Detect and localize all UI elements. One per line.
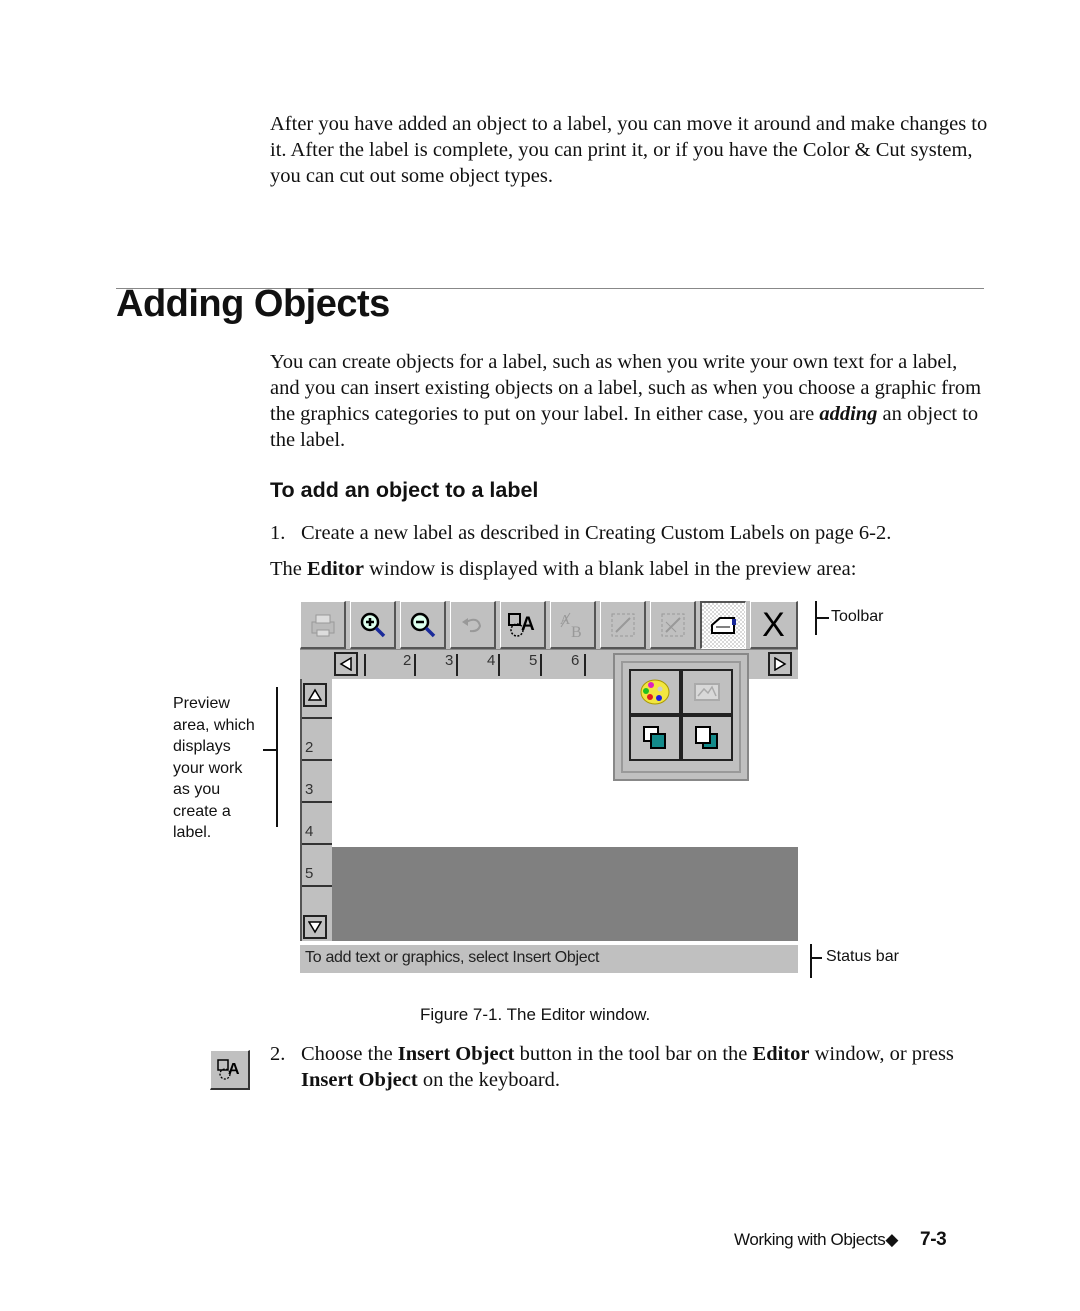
step-text: window, or press xyxy=(809,1043,954,1065)
step-text: Choose the xyxy=(301,1043,398,1065)
editor-window: A AB X 2 3 4 5 6 xyxy=(300,601,798,973)
bring-to-front-button[interactable] xyxy=(629,715,681,761)
statusbar-callout: Status bar xyxy=(826,948,899,965)
cut-machine-button[interactable] xyxy=(700,601,746,649)
print-icon xyxy=(311,614,334,636)
step-text: Create a new label as described in Creat… xyxy=(301,522,892,544)
insert-object-icon: A xyxy=(216,1058,240,1080)
vertical-ruler: 2 3 4 5 xyxy=(300,679,332,941)
toolbar-callout: Toolbar xyxy=(831,608,884,625)
send-to-back-icon xyxy=(695,726,718,749)
svg-text:A: A xyxy=(228,1061,240,1078)
arrow-left-icon xyxy=(339,657,352,671)
section-title: Adding Objects xyxy=(116,283,390,325)
undo-button[interactable] xyxy=(450,601,496,649)
ruler-tick: 2 xyxy=(305,739,314,756)
step-text: on the keyboard. xyxy=(417,1069,561,1091)
arrow-down-icon xyxy=(308,921,322,934)
scroll-left-button[interactable] xyxy=(334,652,358,676)
step-bold: Editor xyxy=(752,1043,810,1065)
arrow-up-icon xyxy=(308,688,322,701)
toolbar: A AB X xyxy=(300,601,798,649)
zoom-in-button[interactable] xyxy=(350,601,396,649)
svg-text:A: A xyxy=(521,614,535,635)
section-paragraph: You can create objects for a label, such… xyxy=(270,349,990,453)
picture-icon xyxy=(694,683,720,701)
figure-caption: Figure 7-1. The Editor window. xyxy=(420,1005,651,1024)
step-bold: Insert Object xyxy=(301,1069,418,1091)
para-emphasis: adding xyxy=(819,403,878,425)
print-button[interactable] xyxy=(300,601,346,649)
ruler-tick: 6 xyxy=(571,652,580,669)
note-bold: Editor xyxy=(307,558,364,580)
intro-paragraph: After you have added an object to a labe… xyxy=(270,113,988,187)
step-2: 2. Choose the Insert Object button in the… xyxy=(270,1041,990,1093)
ruler-tick: 4 xyxy=(487,652,496,669)
page-number: 7-3 xyxy=(920,1229,947,1250)
note-text-end: window is displayed with a blank label i… xyxy=(363,558,857,580)
preview-area-callout: Preview area, which displays your work a… xyxy=(173,695,255,841)
resize-alt-button[interactable] xyxy=(650,601,696,649)
scroll-right-button[interactable] xyxy=(768,652,792,676)
insert-object-button[interactable]: A xyxy=(500,601,546,649)
page-footer: Working with Objects◆ 7-3 xyxy=(734,1229,947,1251)
note-text: The xyxy=(270,558,307,580)
insert-object-popup xyxy=(613,653,749,781)
step-number: 1. xyxy=(270,522,286,544)
svg-text:B: B xyxy=(571,624,582,640)
preview-background xyxy=(332,847,798,941)
resize-button[interactable] xyxy=(600,601,646,649)
ruler-tick: 3 xyxy=(305,781,314,798)
picture-button[interactable] xyxy=(681,669,733,715)
undo-icon xyxy=(461,617,481,632)
ruler-tick: 2 xyxy=(403,652,412,669)
chapter-title: Working with Objects xyxy=(734,1230,886,1249)
close-icon: X xyxy=(762,605,785,644)
ruler-tick: 5 xyxy=(305,865,314,882)
bring-to-front-icon xyxy=(643,726,666,749)
zoom-in-icon xyxy=(360,612,385,637)
step-text: button in the tool bar on the xyxy=(514,1043,753,1065)
insert-object-icon: A xyxy=(507,612,535,637)
resize-alt-icon xyxy=(661,613,684,636)
toolbar-callout-line xyxy=(815,617,829,619)
zoom-out-icon xyxy=(410,612,435,637)
resize-icon xyxy=(611,613,634,636)
step-bold: Insert Object xyxy=(397,1043,515,1065)
status-bar: To add text or graphics, select Insert O… xyxy=(300,943,798,973)
zoom-out-button[interactable] xyxy=(400,601,446,649)
diamond-icon: ◆ xyxy=(885,1230,899,1249)
preview-callout-line xyxy=(263,749,277,751)
palette-button[interactable] xyxy=(629,669,681,715)
ruler-tick: 3 xyxy=(445,652,454,669)
cut-machine-icon xyxy=(710,616,736,634)
procedure-heading: To add an object to a label xyxy=(270,478,539,502)
insert-object-margin-icon: A xyxy=(210,1050,250,1090)
scroll-down-button[interactable] xyxy=(303,915,327,939)
ruler-tick: 4 xyxy=(305,823,314,840)
statusbar-callout-line xyxy=(810,957,822,959)
editor-note: The Editor window is displayed with a bl… xyxy=(270,556,856,582)
step-1: 1. Create a new label as described in Cre… xyxy=(270,520,891,546)
palette-icon xyxy=(640,679,670,705)
step-number: 2. xyxy=(270,1043,286,1065)
preview-callout-bracket xyxy=(276,687,278,827)
text-size-icon: AB xyxy=(560,612,582,640)
arrow-right-icon xyxy=(774,657,787,671)
send-to-back-button[interactable] xyxy=(681,715,733,761)
scroll-up-button[interactable] xyxy=(303,683,327,707)
statusbar-callout-bracket xyxy=(810,944,812,978)
text-size-button[interactable]: AB xyxy=(550,601,596,649)
close-button[interactable]: X xyxy=(750,601,798,649)
ruler-tick: 5 xyxy=(529,652,538,669)
